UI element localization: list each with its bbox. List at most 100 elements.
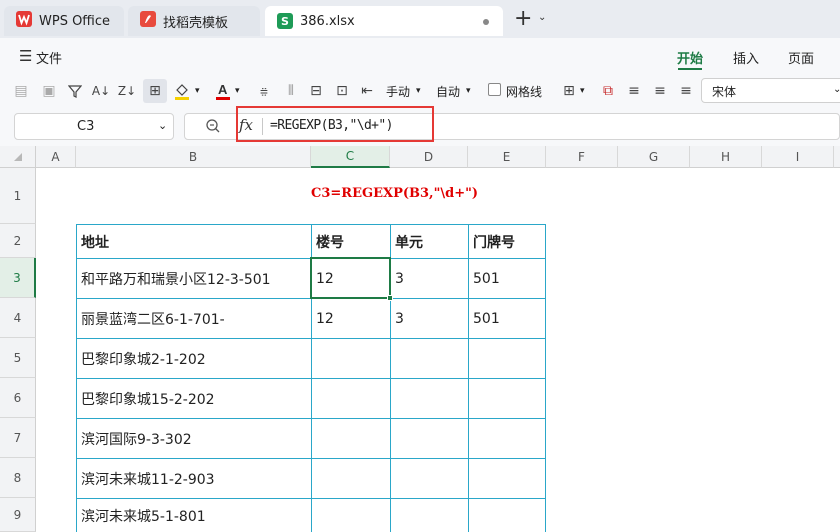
align-right-icon[interactable]: ≡ — [677, 82, 695, 100]
table-cell-building[interactable] — [311, 498, 390, 532]
chevron-down-icon[interactable]: ⌄ — [158, 119, 167, 132]
table-cell-building[interactable] — [311, 378, 390, 418]
clear-format-icon[interactable]: ⧉ — [599, 82, 617, 100]
hamburger-menu-icon[interactable]: ☰ — [19, 47, 32, 65]
row-header-1[interactable]: 1 — [0, 168, 36, 224]
cell-styles-icon[interactable]: ⊞ — [560, 82, 578, 100]
paste-special-icon[interactable]: ▣ — [40, 82, 58, 100]
table-header-door[interactable]: 门牌号 — [468, 224, 546, 258]
column-header-f[interactable]: F — [546, 146, 618, 168]
svg-text:A: A — [218, 82, 228, 97]
chevron-down-icon[interactable]: ▾ — [235, 86, 240, 96]
row-header-7[interactable]: 7 — [0, 418, 36, 458]
tab-insert[interactable]: 插入 — [733, 48, 759, 67]
table-cell-door[interactable] — [468, 418, 546, 458]
auto-dropdown[interactable]: 自动 — [436, 83, 460, 100]
table-header-unit[interactable]: 单元 — [390, 224, 468, 258]
tab-docer-templates[interactable]: 找稻壳模板 — [128, 6, 260, 36]
column-header-d[interactable]: D — [390, 146, 468, 168]
file-menu[interactable]: 文件 — [36, 48, 62, 67]
table-cell-address[interactable]: 滨河未来城11-2-903 — [76, 458, 311, 498]
filter-icon[interactable] — [66, 82, 84, 100]
column-header-c[interactable]: C — [311, 146, 390, 168]
table-cell-unit[interactable] — [390, 498, 468, 532]
borders-icon[interactable]: ⊞ — [143, 79, 167, 103]
row-header-3[interactable]: 3 — [0, 258, 36, 298]
table-cell-door[interactable] — [468, 458, 546, 498]
merge-cells-icon[interactable]: ⫴ — [282, 82, 300, 100]
table-cell-address[interactable]: 丽景蓝湾二区6-1-701- — [76, 298, 311, 338]
table-cell-address[interactable]: 巴黎印象城2-1-202 — [76, 338, 311, 378]
align-center-icon[interactable]: ≡ — [651, 82, 669, 100]
formula-bar: C3 ⌄ fx =REGEXP(B3,"\d+") — [0, 106, 840, 146]
column-header-a[interactable]: A — [36, 146, 76, 168]
select-all-corner[interactable] — [0, 146, 36, 168]
zoom-search-icon[interactable] — [205, 118, 221, 138]
fill-handle[interactable] — [387, 295, 393, 301]
table-cell-door[interactable]: 501 — [468, 298, 546, 338]
wps-logo-icon — [16, 11, 32, 31]
format-cells-icon[interactable]: ⊡ — [333, 82, 351, 100]
table-cell-unit[interactable] — [390, 378, 468, 418]
row-header-8[interactable]: 8 — [0, 458, 36, 498]
row-col-icon[interactable]: ⊟ — [307, 82, 325, 100]
tab-wps-office[interactable]: WPS Office — [4, 6, 124, 36]
column-header-j[interactable] — [834, 146, 840, 168]
tab-page[interactable]: 页面 — [788, 48, 814, 67]
chevron-down-icon[interactable]: ⌄ — [538, 12, 546, 23]
sort-ascending-icon[interactable]: A↓ — [92, 82, 110, 100]
table-cell-door[interactable] — [468, 378, 546, 418]
table-cell-unit[interactable]: 3 — [390, 258, 468, 298]
table-cell-address[interactable]: 巴黎印象城15-2-202 — [76, 378, 311, 418]
chevron-down-icon[interactable]: ▾ — [416, 86, 421, 96]
row-header-2[interactable]: 2 — [0, 224, 36, 258]
column-header-g[interactable]: G — [618, 146, 690, 168]
table-cell-door[interactable] — [468, 498, 546, 532]
tab-home[interactable]: 开始 — [677, 48, 703, 67]
chevron-down-icon[interactable]: ▾ — [580, 86, 585, 96]
row-header-5[interactable]: 5 — [0, 338, 36, 378]
sort-descending-icon[interactable]: Z↓ — [118, 82, 136, 100]
gridlines-checkbox[interactable] — [488, 83, 501, 96]
name-box[interactable]: C3 ⌄ — [14, 113, 174, 140]
column-header-i[interactable]: I — [762, 146, 834, 168]
align-left-icon[interactable]: ≡ — [625, 82, 643, 100]
new-tab-plus-icon[interactable]: + — [514, 8, 532, 30]
column-header-h[interactable]: H — [690, 146, 762, 168]
chevron-down-icon[interactable]: ⌄ — [833, 84, 840, 95]
manual-wrap-dropdown[interactable]: 手动 — [386, 83, 410, 100]
tab-386-xlsx[interactable]: S 386.xlsx — [265, 6, 503, 36]
table-header-building[interactable]: 楼号 — [311, 224, 390, 258]
table-cell-address[interactable]: 滨河未来城5-1-801 — [76, 498, 311, 532]
table-cell-address[interactable]: 和平路万和瑞景小区12-3-501 — [76, 258, 311, 298]
table-cell-unit[interactable] — [390, 338, 468, 378]
paste-values-icon[interactable]: ▤ — [12, 82, 30, 100]
table-cell-unit[interactable]: 3 — [390, 298, 468, 338]
chevron-down-icon[interactable]: ▾ — [466, 86, 471, 96]
freeze-panes-icon[interactable]: ⇤ — [358, 82, 376, 100]
table-cell-building[interactable]: 12 — [311, 298, 390, 338]
table-cell-building[interactable] — [311, 338, 390, 378]
table-header-address[interactable]: 地址 — [76, 224, 311, 258]
wrap-text-icon[interactable]: ⩷ — [255, 82, 273, 100]
fill-color-icon[interactable] — [173, 82, 191, 100]
row-header-6[interactable]: 6 — [0, 378, 36, 418]
column-header-b[interactable]: B — [76, 146, 311, 168]
docer-logo-icon — [140, 11, 156, 31]
table-cell-building[interactable] — [311, 418, 390, 458]
table-cell-door[interactable]: 501 — [468, 258, 546, 298]
title-formula-text: C3=REGEXP(B3,"\d+") — [311, 186, 479, 201]
row-header-4[interactable]: 4 — [0, 298, 36, 338]
font-name-select[interactable]: 宋体 ⌄ — [701, 78, 840, 103]
table-cell-unit[interactable] — [390, 458, 468, 498]
chevron-down-icon[interactable]: ▾ — [195, 86, 200, 96]
row-header-9[interactable]: 9 — [0, 498, 36, 532]
table-cell-unit[interactable] — [390, 418, 468, 458]
name-box-value: C3 — [77, 119, 95, 134]
unsaved-dot-icon[interactable] — [483, 19, 489, 25]
table-cell-door[interactable] — [468, 338, 546, 378]
font-color-icon[interactable]: A — [214, 82, 232, 100]
table-cell-address[interactable]: 滨河国际9-3-302 — [76, 418, 311, 458]
table-cell-building[interactable] — [311, 458, 390, 498]
column-header-e[interactable]: E — [468, 146, 546, 168]
